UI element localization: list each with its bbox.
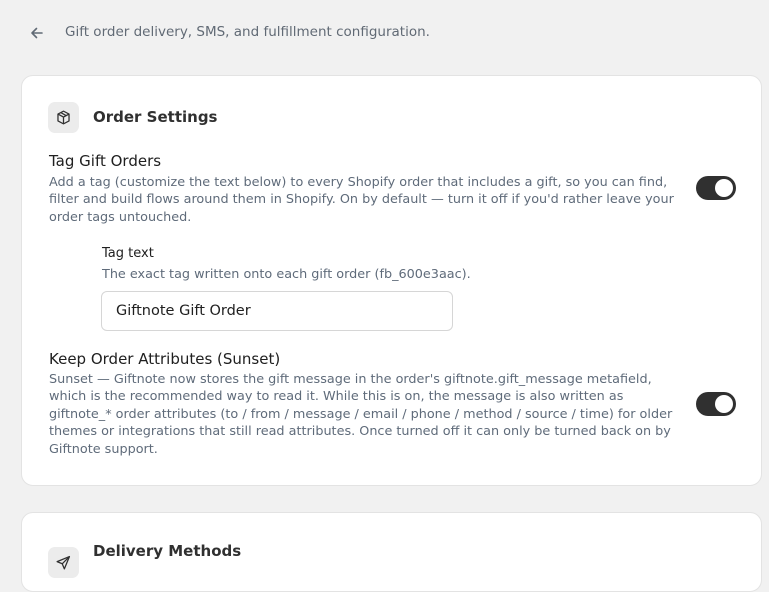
tag-text-input[interactable] (101, 291, 453, 331)
keep-order-attributes-title: Keep Order Attributes (Sunset) (49, 350, 281, 368)
package-icon (57, 110, 70, 125)
order-settings-card: Order Settings Tag Gift Orders Add a tag… (21, 75, 762, 486)
toggle-knob (715, 179, 733, 197)
tag-gift-orders-description: Add a tag (customize the text below) to … (49, 175, 674, 225)
tag-text-label: Tag text (102, 246, 154, 261)
back-button[interactable] (26, 22, 48, 44)
tag-text-help: The exact tag written onto each gift ord… (102, 267, 471, 282)
delivery-methods-icon-box (48, 547, 79, 578)
toggle-knob (715, 395, 733, 413)
page-subtitle: Gift order delivery, SMS, and fulfillmen… (65, 24, 430, 40)
tag-gift-orders-title: Tag Gift Orders (49, 152, 162, 170)
order-settings-title: Order Settings (93, 108, 218, 126)
keep-order-attributes-description: Sunset — Giftnote now stores the gift me… (49, 372, 673, 457)
arrow-left-icon (31, 27, 43, 39)
keep-order-attributes-toggle[interactable] (696, 392, 736, 416)
page-header: Gift order delivery, SMS, and fulfillmen… (0, 0, 769, 64)
delivery-methods-card: Delivery Methods (21, 512, 762, 592)
delivery-methods-title: Delivery Methods (93, 542, 242, 560)
send-icon (56, 555, 71, 570)
tag-gift-orders-toggle[interactable] (696, 176, 736, 200)
order-settings-icon-box (48, 102, 79, 133)
